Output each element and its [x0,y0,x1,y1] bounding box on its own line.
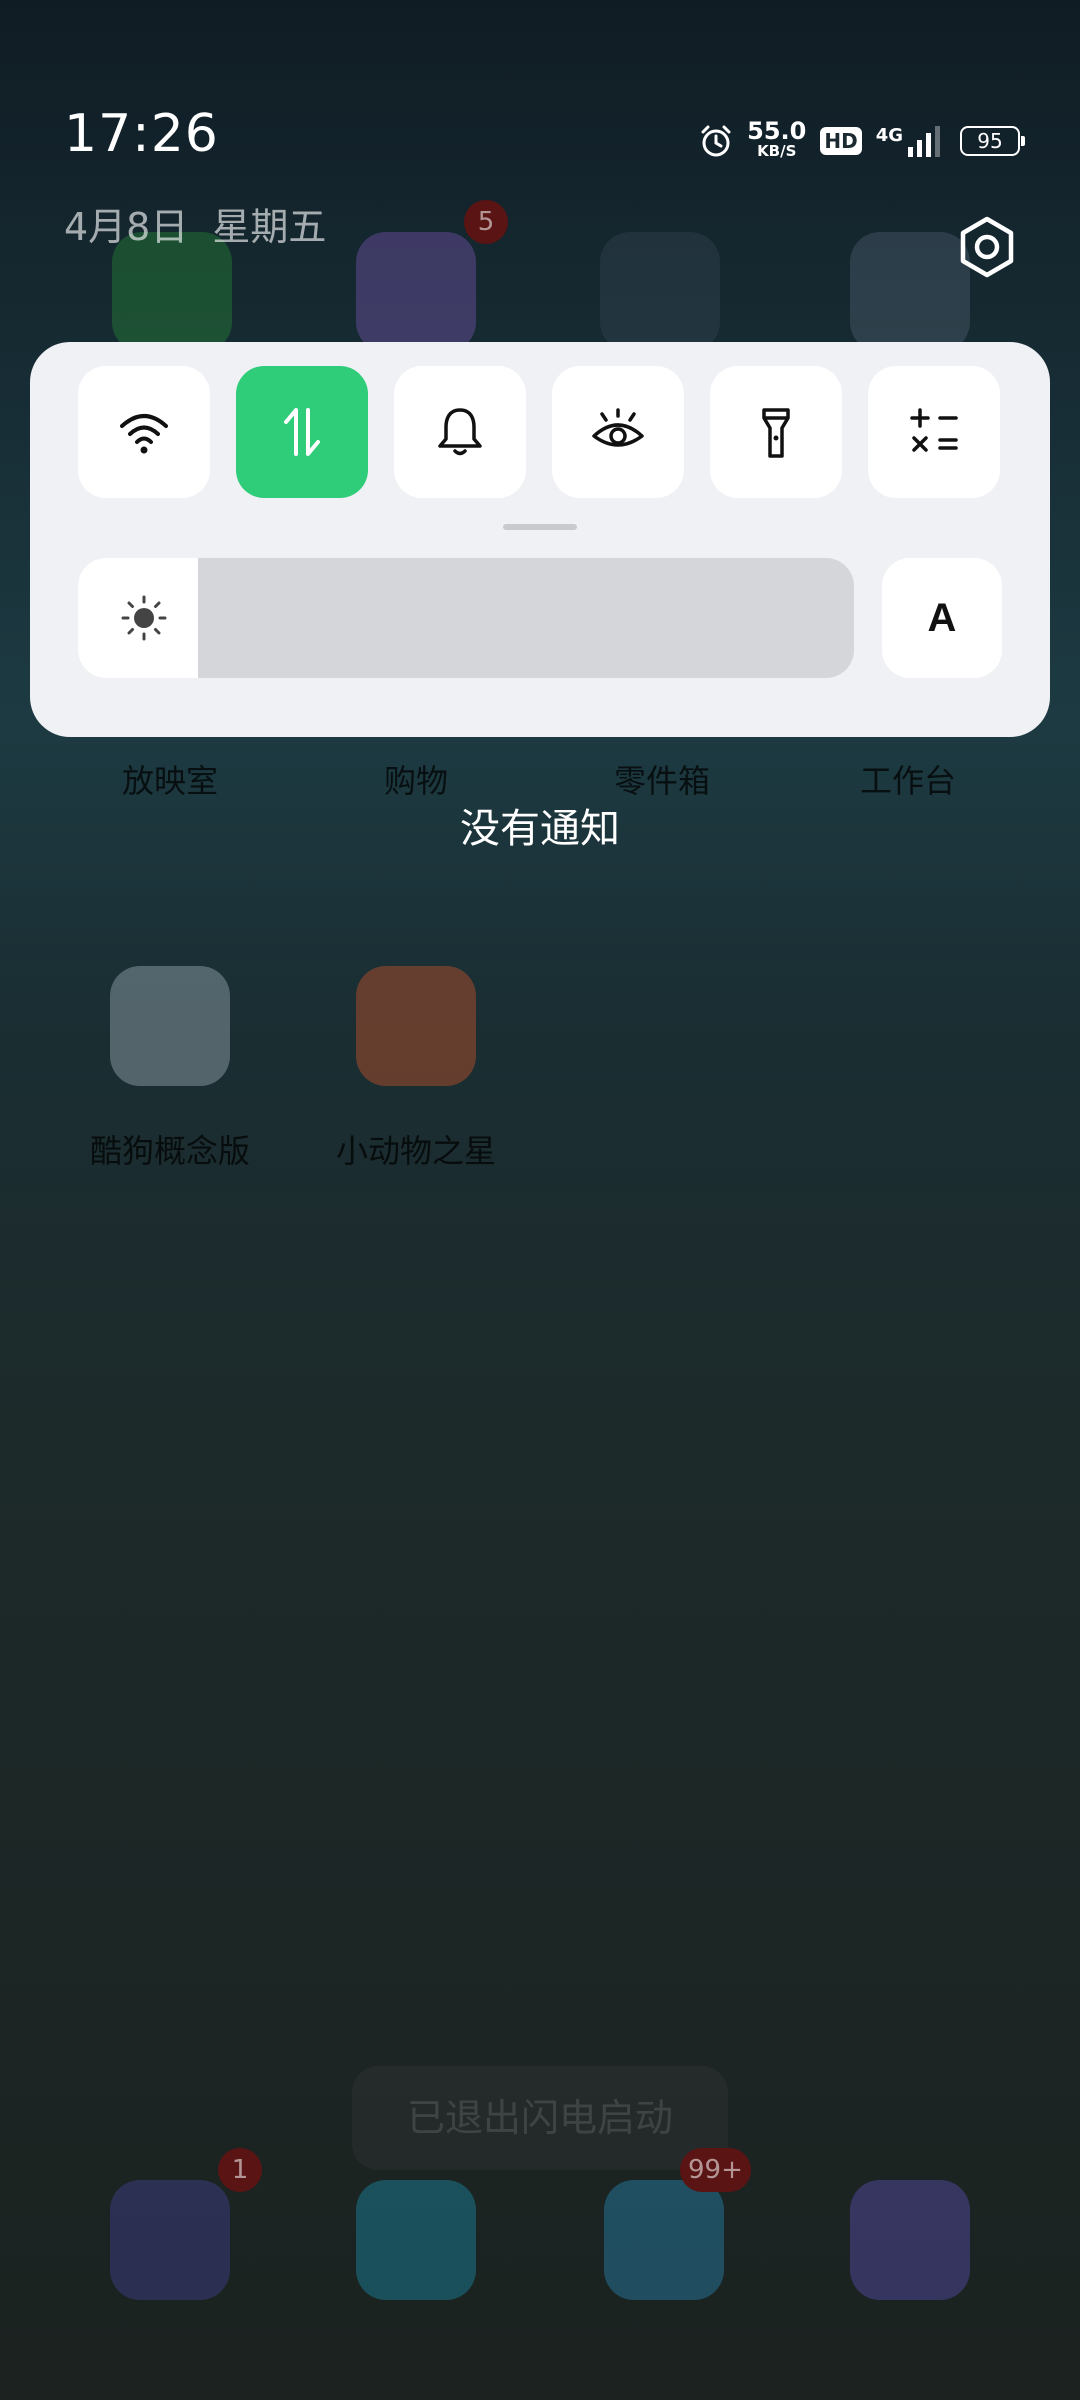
empty-notifications-text: 没有通知 [460,806,620,852]
app-label: 酷狗概念版 [89,1132,250,1170]
camera-app-icon [356,2180,476,2300]
animal-star-app-icon [356,966,476,1086]
phone-app-icon [110,2180,230,2300]
network-speed: 55.0 KB/S [747,119,806,161]
calculator-button[interactable] [868,366,1000,498]
bell-icon [438,408,482,456]
notification-badge: 99+ [680,2148,751,2192]
signal-strength-icon [908,126,940,157]
toast-message: 已退出闪电启动 [352,2066,728,2170]
clock: 17:26 [64,104,219,164]
notification-badge: 1 [218,2148,262,2192]
eye-icon [592,408,644,447]
sound-toggle[interactable] [394,366,526,498]
date-line: 4月8日 星期五 [64,196,350,251]
auto-brightness-button[interactable]: A [882,558,1002,678]
signal-indicator: 4G [876,125,946,157]
mobile-data-icon [284,408,320,456]
kugou-app-icon [110,966,230,1086]
browser-app-icon [850,2180,970,2300]
folder-icon-tools [600,232,720,352]
battery-level: 95 [977,129,1003,153]
date: 4月8日 [64,205,189,249]
eye-comfort-toggle[interactable] [552,366,684,498]
brightness-icon [121,595,167,641]
weekday: 星期五 [212,205,327,249]
status-icons: 55.0 KB/S HD 4G 95 [699,118,1025,164]
notification-badge: 5 [464,200,508,244]
expand-handle[interactable] [503,524,577,530]
folder-icon-shopping [356,232,476,352]
settings-button[interactable] [952,212,1022,282]
brightness-slider[interactable] [78,558,854,678]
hd-voice-icon: HD [820,127,862,155]
settings-gear-icon [960,216,1014,278]
flashlight-icon [762,408,790,458]
network-type: 4G [875,125,903,146]
alarm-icon [701,125,731,157]
app-label: 小动物之星 [335,1132,496,1170]
messages-app-icon [604,2180,724,2300]
mobile-data-toggle[interactable] [236,366,368,498]
quick-settings-panel: A [30,342,1050,737]
wifi-toggle[interactable] [78,366,210,498]
battery-icon: 95 [960,126,1025,156]
calculator-icon [910,408,958,452]
flashlight-toggle[interactable] [710,366,842,498]
wifi-icon [120,414,168,454]
